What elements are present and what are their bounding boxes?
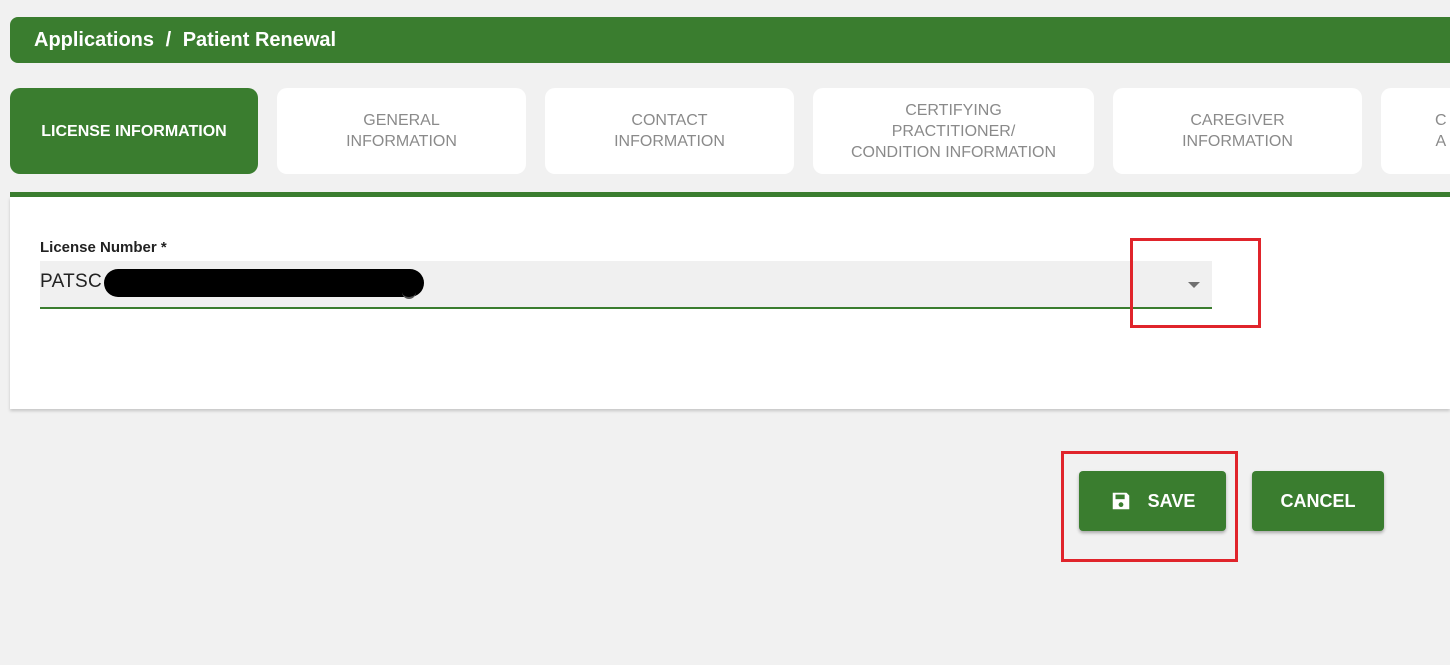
breadcrumb-separator: / (165, 29, 172, 51)
breadcrumb: Applications / Patient Renewal (10, 17, 1450, 63)
tab-caregiver-information[interactable]: CAREGIVER INFORMATION (1113, 88, 1362, 174)
license-number-value: PATSC (40, 271, 103, 292)
cancel-button-label: CANCEL (1280, 490, 1356, 511)
tab-label: C A (1435, 112, 1447, 150)
save-button[interactable]: SAVE (1079, 471, 1226, 531)
step-tabs: LICENSE INFORMATION GENERAL INFORMATION … (10, 88, 1450, 174)
license-number-select[interactable]: PATSC (40, 261, 1212, 309)
redaction-tail (402, 291, 416, 299)
caret-down-icon[interactable] (1188, 282, 1200, 288)
tab-label: CAREGIVER INFORMATION (1182, 112, 1293, 150)
breadcrumb-current-page: Patient Renewal (182, 29, 337, 51)
license-panel: License Number * PATSC (10, 197, 1450, 409)
tab-certifying-practitioner[interactable]: CERTIFYING PRACTITIONER/ CONDITION INFOR… (813, 88, 1094, 174)
page: Applications / Patient Renewal LICENSE I… (0, 0, 1450, 665)
tab-next-partial[interactable]: C A (1381, 88, 1450, 174)
floppy-disk-icon (1112, 492, 1129, 510)
tab-label: LICENSE INFORMATION (41, 122, 227, 140)
tab-license-information[interactable]: LICENSE INFORMATION (10, 88, 258, 174)
tab-general-information[interactable]: GENERAL INFORMATION (277, 88, 526, 174)
tab-contact-information[interactable]: CONTACT INFORMATION (545, 88, 794, 174)
cancel-button[interactable]: CANCEL (1252, 471, 1384, 531)
tab-label: GENERAL INFORMATION (346, 112, 457, 150)
save-button-label: SAVE (1147, 490, 1196, 511)
redaction-mark (104, 269, 424, 297)
breadcrumb-applications[interactable]: Applications (34, 29, 154, 51)
tab-label: CONTACT INFORMATION (614, 112, 725, 150)
tab-label: CERTIFYING PRACTITIONER/ CONDITION INFOR… (850, 101, 1057, 161)
license-number-label: License Number * (40, 239, 167, 256)
